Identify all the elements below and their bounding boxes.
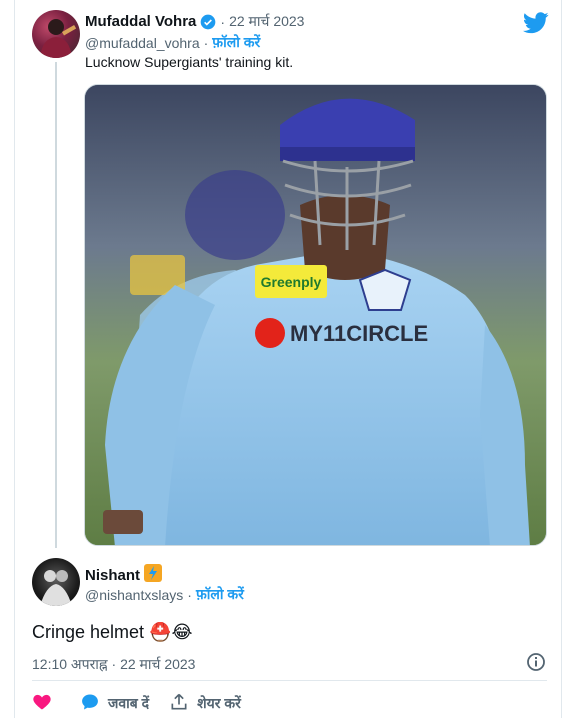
share-label: शेयर करें bbox=[197, 695, 241, 711]
like-button[interactable] bbox=[32, 692, 60, 715]
author-handle[interactable]: @mufaddal_vohra bbox=[85, 35, 200, 51]
reply-author-handle[interactable]: @nishantxslays bbox=[85, 587, 183, 603]
reply-timestamp[interactable]: 12:10 अपराह्न · 22 मार्च 2023 bbox=[32, 655, 195, 674]
reply-label: जवाब दें bbox=[108, 695, 150, 711]
reply-text: Cringe helmet bbox=[32, 622, 145, 642]
share-button[interactable]: शेयर करें bbox=[169, 692, 241, 715]
action-bar: जवाब दें शेयर करें bbox=[32, 692, 241, 715]
thread-connector-line bbox=[55, 62, 57, 548]
tweet-text: Lucknow Supergiants' training kit. bbox=[85, 54, 294, 70]
separator: · bbox=[203, 34, 209, 51]
reply-text-row: Cringe helmet ⛑️😂 bbox=[32, 622, 193, 643]
kit-sponsor-1: Greenply bbox=[261, 274, 322, 290]
reply-button[interactable]: जवाब दें bbox=[80, 692, 149, 715]
author-avatar[interactable] bbox=[32, 10, 80, 58]
heart-icon bbox=[32, 692, 52, 715]
info-icon[interactable] bbox=[526, 652, 546, 677]
tweet-media-image[interactable]: Greenply MY11CIRCLE bbox=[84, 84, 547, 546]
follow-button[interactable]: फ़ॉलो करें bbox=[212, 33, 260, 52]
reply-author-name[interactable]: Nishant bbox=[85, 567, 140, 584]
reply-bubble-icon bbox=[80, 692, 100, 715]
divider bbox=[32, 680, 547, 681]
lightning-badge-icon bbox=[144, 564, 163, 587]
verified-badge-icon bbox=[200, 14, 216, 30]
share-icon bbox=[169, 692, 189, 715]
kit-sponsor-2: MY11CIRCLE bbox=[290, 321, 428, 346]
tweet-embed-card: Mufaddal Vohra · 22 मार्च 2023 @mufaddal… bbox=[14, 0, 562, 718]
tweet-date[interactable]: 22 मार्च 2023 bbox=[229, 12, 304, 31]
author-name[interactable]: Mufaddal Vohra bbox=[85, 13, 196, 30]
twitter-bird-icon[interactable] bbox=[522, 12, 549, 39]
reply-follow-button[interactable]: फ़ॉलो करें bbox=[196, 585, 244, 604]
separator: · bbox=[220, 13, 226, 30]
reply-emojis: ⛑️😂 bbox=[149, 622, 193, 642]
reply-author-avatar[interactable] bbox=[32, 558, 80, 606]
separator: · bbox=[187, 586, 192, 603]
